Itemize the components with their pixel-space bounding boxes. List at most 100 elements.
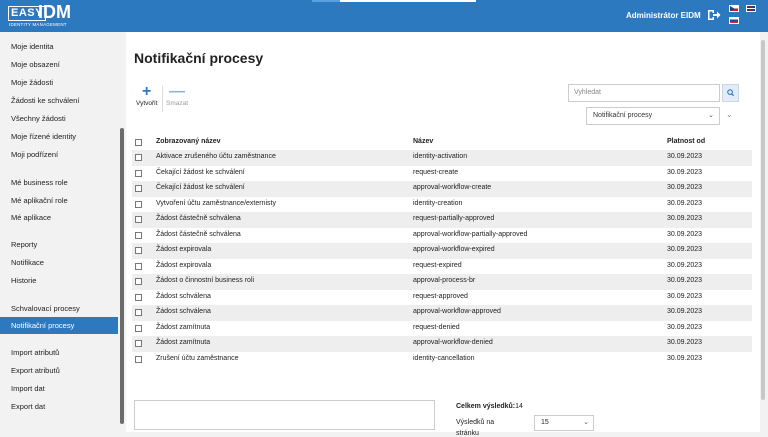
cell-name: approval-workflow-expired	[413, 246, 495, 253]
cell-name: approval-workflow-partially-approved	[413, 230, 528, 238]
sidebar-item-moje-rizene-identity[interactable]: Moje řízené identity	[0, 128, 118, 145]
cell-valid-from: 30.09.2023	[667, 153, 703, 160]
cell-name: request-approved	[413, 292, 468, 300]
table-row[interactable]: Žádost expirovala approval-workflow-expir…	[132, 243, 752, 259]
row-checkbox[interactable]	[135, 309, 142, 316]
sidebar-item-moje-identita[interactable]: Moje identita	[0, 38, 118, 55]
table-row[interactable]: Žádost expirovala request-expired 30.09.20…	[132, 259, 752, 275]
filter-select[interactable]: Notifikační procesy ⌄	[586, 107, 720, 125]
cell-display-name: Zrušení účtu zaměstnance	[156, 354, 239, 362]
table-row[interactable]: Aktivace zrušeného účtu zaměstnance ident…	[132, 150, 752, 166]
row-checkbox[interactable]	[135, 154, 142, 161]
cell-display-name: Žádost o činnostní business roli	[156, 277, 255, 284]
cell-display-name: Čekající žádost ke schválení	[156, 184, 245, 191]
sidebar-item-notifikacni-procesy[interactable]: Notifikační procesy	[0, 317, 118, 334]
cell-valid-from: 30.09.2023	[667, 230, 703, 238]
sidebar-item-import-atributu[interactable]: Import atributů	[0, 344, 118, 361]
sidebar-item-moje-zadosti[interactable]: Moje žádosti	[0, 74, 118, 91]
logo-idm: IDM	[38, 2, 71, 22]
search-icon	[727, 89, 735, 97]
cell-valid-from: 30.09.2023	[667, 292, 703, 300]
sidebar-scrollbar-thumb[interactable]	[120, 128, 124, 424]
sidebar-item-me-business-role[interactable]: Mé business role	[0, 174, 118, 191]
app-logo[interactable]: EASY IDM IDENTITY MANAGEMENT	[8, 2, 71, 29]
toolbar-divider	[162, 86, 163, 112]
column-header-name[interactable]: Název	[413, 138, 433, 145]
sidebar-item-schvalovaci-procesy[interactable]: Schvalovací procesy	[0, 300, 118, 317]
cell-valid-from: 30.09.2023	[667, 246, 703, 253]
flag-cz-icon[interactable]	[729, 5, 739, 12]
flag-sk-icon[interactable]	[729, 17, 739, 24]
select-all-checkbox[interactable]	[135, 139, 142, 146]
row-checkbox[interactable]	[135, 200, 142, 208]
sidebar-item-notifikace[interactable]: Notifikace	[0, 254, 118, 271]
row-checkbox[interactable]	[135, 169, 142, 177]
sidebar-item-moje-obsazeni[interactable]: Moje obsazení	[0, 56, 118, 73]
table-row[interactable]: Čekající žádost ke schválení request-crea…	[132, 166, 752, 182]
sidebar-item-export-atributu[interactable]: Export atributů	[0, 362, 118, 379]
top-bar: EASY IDM IDENTITY MANAGEMENT Administrát…	[0, 0, 768, 32]
cell-display-name: Žádost expirovala	[156, 246, 212, 253]
row-checkbox[interactable]	[135, 262, 142, 270]
table-row[interactable]: Žádost částečně schválena request-partial…	[132, 212, 752, 228]
sidebar-item-vsechny-zadosti[interactable]: Všechny žádosti	[0, 110, 118, 127]
table-row[interactable]: Žádost zamítnuta request-denied 30.09.2023	[132, 321, 752, 337]
table-body: Aktivace zrušeného účtu zaměstnance ident…	[132, 150, 752, 367]
chevron-down-icon: ⌄	[708, 112, 714, 119]
row-checkbox[interactable]	[135, 231, 142, 239]
main-scrollbar-thumb[interactable]	[761, 40, 765, 400]
table-row[interactable]: Vytvoření účtu zaměstnance/externisty ide…	[132, 197, 752, 213]
top-strip-accent	[312, 0, 340, 2]
row-checkbox[interactable]	[135, 355, 142, 363]
logout-icon[interactable]	[707, 8, 721, 22]
footer-box	[134, 400, 435, 430]
sidebar-item-reporty[interactable]: Reporty	[0, 236, 118, 253]
sidebar-item-zadosti-ke-schvaleni[interactable]: Žádosti ke schválení	[0, 92, 118, 109]
row-checkbox[interactable]	[135, 216, 142, 223]
row-checkbox[interactable]	[135, 293, 142, 301]
cell-display-name: Žádost schválena	[156, 292, 211, 300]
sidebar-item-moji-podrizeni[interactable]: Moji podřízení	[0, 146, 118, 163]
sidebar-item-historie[interactable]: Historie	[0, 272, 118, 289]
sidebar: Moje identita Moje obsazení Moje žádosti…	[0, 32, 118, 432]
row-checkbox[interactable]	[135, 324, 142, 332]
table-row[interactable]: Žádost částečně schválena approval-workfl…	[132, 228, 752, 244]
table-row[interactable]: Žádost o činnostní business roli approval…	[132, 274, 752, 290]
cell-name: request-partially-approved	[413, 215, 495, 222]
chevron-down-icon: ⌄	[583, 419, 589, 426]
cell-valid-from: 30.09.2023	[667, 323, 703, 331]
user-name[interactable]: Administrátor EIDM	[626, 11, 701, 20]
table-row[interactable]: Žádost zamítnuta approval-workflow-denied…	[132, 336, 752, 352]
row-checkbox[interactable]	[135, 340, 142, 347]
cell-name: approval-workflow-create	[413, 184, 492, 191]
search-input[interactable]: Vyhledat	[568, 84, 720, 102]
sidebar-item-import-dat[interactable]: Import dat	[0, 380, 118, 397]
row-checkbox[interactable]	[135, 278, 142, 285]
table-row[interactable]: Žádost schválena approval-workflow-approv…	[132, 305, 752, 321]
column-header-valid-from[interactable]: Platnost od	[667, 138, 705, 145]
table-row[interactable]: Čekající žádost ke schválení approval-wor…	[132, 181, 752, 197]
row-checkbox[interactable]	[135, 247, 142, 254]
create-button[interactable]: + Vytvořit	[136, 84, 157, 108]
sidebar-item-me-aplikacni-role[interactable]: Mé aplikační role	[0, 192, 118, 209]
cell-valid-from: 30.09.2023	[667, 277, 703, 284]
results-per-page-select[interactable]: 15 ⌄	[534, 415, 594, 431]
sidebar-item-export-dat[interactable]: Export dat	[0, 398, 118, 415]
results-per-page-label: Výsledků na stránku	[456, 419, 494, 437]
column-header-display-name[interactable]: Zobrazovaný název	[156, 138, 221, 145]
total-results: Celkem výsledků:14	[456, 403, 523, 410]
table-row[interactable]: Žádost schválena request-approved 30.09.20…	[132, 290, 752, 306]
cell-display-name: Aktivace zrušeného účtu zaměstnance	[156, 153, 276, 160]
expand-filter-icon[interactable]: ⌄	[726, 110, 733, 119]
results-per-page-label-line1: Výsledků na	[456, 419, 495, 426]
search-button[interactable]	[722, 84, 739, 102]
flag-en-icon[interactable]	[746, 5, 756, 12]
cell-name: request-create	[413, 168, 459, 176]
row-checkbox[interactable]	[135, 185, 142, 192]
cell-name: approval-process-br	[413, 277, 476, 284]
table-row[interactable]: Zrušení účtu zaměstnance identity-cancell…	[132, 352, 752, 368]
processes-table: Zobrazovaný název Název Platnost od Akti…	[132, 136, 752, 367]
delete-button[interactable]: — Smazat	[166, 84, 188, 108]
sidebar-item-me-aplikace[interactable]: Mé aplikace	[0, 209, 118, 226]
cell-name: identity-activation	[413, 153, 468, 160]
